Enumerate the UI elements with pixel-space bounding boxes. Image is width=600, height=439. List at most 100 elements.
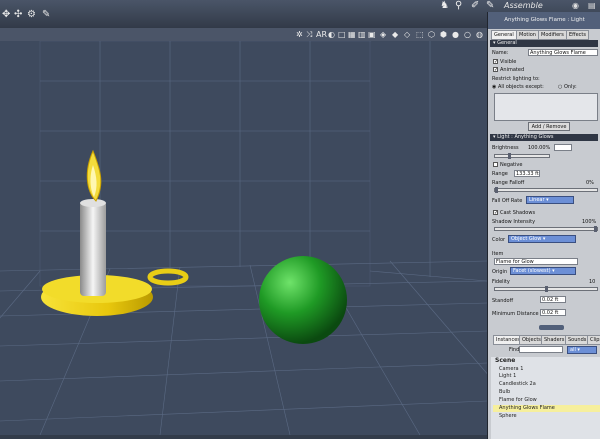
general-section-header[interactable]: ▾ General [490, 40, 598, 47]
transform-tool-icon[interactable]: ✥ [2, 9, 13, 20]
standoff-label: Standoff [492, 298, 514, 304]
find-input[interactable] [519, 346, 563, 353]
scene-item-candlestick[interactable]: Candlestick 2a [497, 381, 597, 388]
scene-list: Scene Camera 1 Light 1 Candlestick 2a Bu… [491, 357, 600, 439]
scene-item-sphere[interactable]: Sphere [497, 413, 597, 420]
origin-dropdown[interactable]: Facet (slowest) ▾ [510, 267, 576, 275]
move-tool-icon[interactable]: ✣ [14, 9, 25, 20]
range-falloff-slider[interactable] [494, 187, 598, 193]
range-falloff-value: 0% [586, 180, 594, 186]
cast-shadows-checkbox[interactable]: ✓ [493, 210, 498, 216]
library-header: Instances Objects Shaders Sounds Clips F… [491, 333, 600, 357]
tab-motion[interactable]: Motion [516, 30, 539, 40]
cast-shadows-label: Cast Shadows [500, 210, 536, 216]
solid-icon[interactable]: ⬢ [440, 30, 447, 39]
status-bar [0, 435, 487, 439]
item-field[interactable]: Flame for Glow [494, 258, 578, 265]
tab-clips[interactable]: Clips [587, 335, 600, 345]
wireframe-icon[interactable]: ▣ [368, 30, 376, 39]
add-remove-button[interactable]: Add / Remove [528, 122, 570, 131]
shadow-intensity-label: Shadow Intensity [492, 219, 536, 225]
all-objects-radio[interactable]: ◉ All objects except: [492, 84, 544, 90]
tab-general[interactable]: General [491, 30, 517, 40]
fidelity-slider-knob[interactable] [544, 286, 548, 292]
standoff-field[interactable]: 0.02 ft [540, 296, 566, 303]
min-distance-label: Minimum Distance [492, 311, 539, 317]
box-view-icon[interactable]: □ [338, 30, 346, 39]
render-room-icon[interactable]: ✐ [471, 0, 479, 11]
lights-icon[interactable]: ◐ [328, 30, 335, 39]
range-label: Range [492, 171, 508, 177]
wrench-tool-icon[interactable]: ✎ [42, 9, 53, 20]
scene-item-light[interactable]: Light 1 [497, 373, 597, 380]
brightness-slider[interactable] [494, 153, 550, 159]
brightness-label: Brightness [492, 145, 519, 151]
find-filter-dropdown[interactable]: all ▾ [567, 346, 597, 354]
collapse-icon[interactable]: ▤ [588, 1, 596, 10]
min-distance-field[interactable]: 0.02 ft [540, 309, 566, 316]
tab-modifiers[interactable]: Modifiers [538, 30, 567, 40]
shadow-intensity-slider-knob[interactable] [594, 226, 597, 232]
shadow-intensity-slider[interactable] [494, 226, 598, 232]
pose-room-icon[interactable]: ⚲ [455, 0, 462, 11]
material-sphere-icon[interactable]: ◍ [476, 30, 483, 39]
visible-checkbox[interactable]: ✓ [493, 59, 498, 65]
light-section-header[interactable]: ▾ Light : Anything Glows [490, 134, 598, 141]
range-falloff-label: Range Falloff [492, 180, 525, 186]
tab-sounds[interactable]: Sounds [565, 335, 590, 345]
fidelity-slider[interactable] [494, 286, 598, 292]
shadow-intensity-value: 100% [582, 219, 597, 225]
white-sphere-icon[interactable]: ○ [464, 30, 471, 39]
brightness-slider-knob[interactable] [507, 153, 511, 159]
ar-label[interactable]: AR [316, 30, 327, 39]
restrict-list[interactable] [494, 93, 598, 121]
panel-resize-grip[interactable] [539, 325, 564, 330]
fidelity-label: Fidelity [492, 279, 510, 285]
render-mode-icon[interactable]: ◈ [380, 30, 386, 39]
scene-item-glows-flame[interactable]: Anything Glows Flame [493, 405, 600, 412]
scene-render [0, 41, 487, 435]
range-falloff-slider-knob[interactable] [495, 187, 498, 193]
grid-view-icon[interactable]: ▦ [348, 30, 356, 39]
falloff-rate-dropdown[interactable]: Linear ▾ [526, 196, 574, 204]
camera-icon[interactable]: ✲ [296, 30, 303, 39]
3d-viewport[interactable]: ✲ ⤨ AR ◐ □ ▦ ▥ ▣ ◈ ◆ ◇ ⬚ ⬡ ⬢ ● ○ ◍ [0, 28, 487, 435]
panel-title: Anything Glows Flame : Light [488, 12, 600, 29]
materials-room-icon[interactable]: ✎ [486, 0, 494, 11]
color-dropdown[interactable]: Object Glow ▾ [508, 235, 576, 243]
name-field[interactable]: Anything Glows Flame [528, 49, 598, 56]
room-label: Assemble [504, 1, 543, 10]
navigate-icon[interactable]: ⤨ [306, 30, 312, 40]
tab-shaders[interactable]: Shaders [541, 335, 568, 345]
texture-icon[interactable]: ⬚ [416, 30, 424, 39]
smooth-icon[interactable]: ◇ [404, 30, 410, 39]
eye-icon[interactable]: ◉ [572, 1, 579, 10]
negative-checkbox[interactable] [493, 162, 498, 167]
only-radio[interactable]: ○ Only: [558, 84, 577, 90]
scene-item-flame[interactable]: Flame for Glow [497, 397, 597, 404]
scene-item-camera[interactable]: Camera 1 [497, 366, 597, 373]
scene-header[interactable]: Scene [493, 357, 593, 364]
stats-icon[interactable]: ▥ [358, 30, 366, 39]
shaded-icon[interactable]: ◆ [392, 30, 398, 39]
brightness-color-swatch[interactable] [554, 144, 572, 151]
item-label: Item [492, 251, 504, 257]
viewport-toolbar: ✲ ⤨ AR ◐ □ ▦ ▥ ▣ ◈ ◆ ◇ ⬚ ⬡ ⬢ ● ○ ◍ [0, 28, 487, 41]
animated-checkbox[interactable]: ✓ [493, 67, 498, 73]
color-label: Color [492, 237, 506, 243]
figure-room-icon[interactable]: ♞ [440, 0, 449, 11]
origin-label: Origin [492, 269, 508, 275]
fidelity-value: 10 [589, 279, 596, 285]
range-field[interactable]: 133.33 ft [514, 170, 540, 177]
scene-item-bulb[interactable]: Bulb [497, 389, 597, 396]
tab-effects[interactable]: Effects [566, 30, 589, 40]
sphere [259, 256, 347, 344]
visible-label: Visible [500, 59, 517, 65]
gear-tool-icon[interactable]: ⚙ [27, 9, 38, 20]
animated-label: Animated [500, 67, 525, 73]
bounding-icon[interactable]: ⬡ [428, 30, 435, 39]
restrict-label: Restrict lighting to: [492, 76, 540, 82]
candlestick [41, 149, 189, 316]
gray-sphere-icon[interactable]: ● [452, 30, 459, 39]
brightness-value: 100.00% [528, 145, 551, 151]
